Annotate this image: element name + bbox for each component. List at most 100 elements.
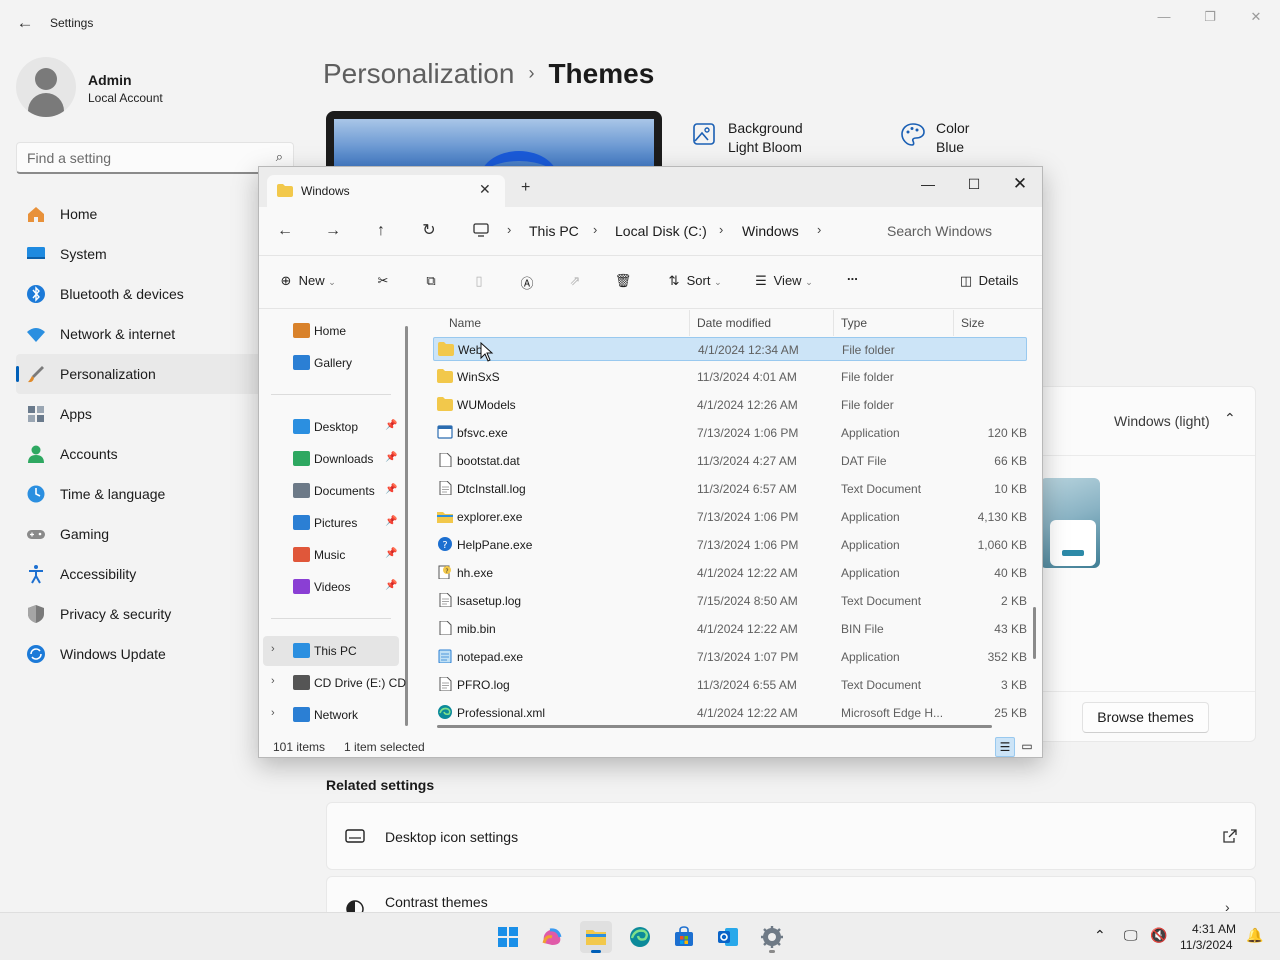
table-row[interactable]: notepad.exe 7/13/2024 1:07 PM Application 3… [433, 645, 1027, 669]
table-row[interactable]: ? HelpPane.exe 7/13/2024 1:06 PM Applicatio… [433, 533, 1027, 557]
table-row[interactable]: Web 4/1/2024 12:34 AM File folder [433, 337, 1027, 361]
more-options-button[interactable]: ... [847, 268, 858, 288]
table-row[interactable]: lsasetup.log 7/15/2024 8:50 AM Text Docume… [433, 589, 1027, 613]
sidebar-item-system[interactable]: System [16, 234, 276, 274]
table-row[interactable]: explorer.exe 7/13/2024 1:06 PM Application… [433, 505, 1027, 529]
address-breadcrumb[interactable]: › This PC › Local Disk (C:) › Windows › [463, 215, 835, 247]
sidebar-item-gaming[interactable]: Gaming [16, 514, 276, 554]
column-divider[interactable] [833, 310, 834, 336]
nav-item-downloads[interactable]: Downloads 📌 [263, 444, 399, 474]
vertical-scrollbar[interactable] [1033, 607, 1036, 659]
chevron-up-icon[interactable]: ⌃ [1094, 927, 1106, 944]
copy-button[interactable]: ⧉ [422, 273, 440, 293]
clock-date[interactable]: 11/3/2024 [1180, 938, 1233, 952]
explorer-tab[interactable]: Windows ✕ [267, 175, 505, 207]
nav-item-pictures[interactable]: Pictures 📌 [263, 508, 399, 538]
settings-gear-button[interactable] [756, 921, 788, 953]
details-view-icon[interactable]: ☰ [995, 737, 1015, 757]
sort-button[interactable]: ⇅ Sort ⌄ [665, 273, 722, 293]
table-row[interactable]: WinSxS 11/3/2024 4:01 AM File folder [433, 365, 1027, 389]
close-button[interactable]: ✕ [1238, 6, 1274, 28]
sidebar-item-accessibility[interactable]: Accessibility [16, 554, 276, 594]
nav-item-videos[interactable]: Videos 📌 [263, 572, 399, 602]
column-divider[interactable] [953, 310, 954, 336]
table-row[interactable]: Professional.xml 4/1/2024 12:22 AM Microso… [433, 701, 1027, 725]
copilot-button[interactable] [536, 921, 568, 953]
desktop-icon-settings-row[interactable]: Desktop icon settings [326, 802, 1256, 870]
file-explorer-button[interactable] [580, 921, 612, 953]
sidebar-item-time-language[interactable]: Time & language [16, 474, 276, 514]
nav-item-gallery[interactable]: Gallery [263, 348, 399, 378]
paste-button[interactable]: ▯ [470, 273, 488, 293]
table-row[interactable]: PFRO.log 11/3/2024 6:55 AM Text Document 3 … [433, 673, 1027, 697]
table-row[interactable]: bfsvc.exe 7/13/2024 1:06 PM Application 120… [433, 421, 1027, 445]
minimize-button[interactable]: — [1146, 6, 1182, 28]
crumb-local-disk[interactable]: Local Disk (C:) [615, 223, 707, 239]
chevron-right-icon[interactable]: › [271, 675, 275, 687]
nav-item-home[interactable]: Home [263, 316, 399, 346]
explorer-close-button[interactable]: ✕ [997, 171, 1043, 197]
sidebar-item-apps[interactable]: Apps [16, 394, 276, 434]
new-button[interactable]: ⊕ New ⌄ [277, 273, 336, 293]
theme-thumbnail[interactable] [1040, 478, 1100, 568]
horizontal-scrollbar[interactable] [437, 725, 992, 728]
explorer-search-box[interactable]: Search Windows [869, 215, 1035, 247]
back-arrow-icon[interactable]: ← [14, 12, 36, 34]
breadcrumb-parent[interactable]: Personalization [323, 58, 514, 89]
delete-button[interactable]: 🗑 [614, 273, 632, 293]
chevron-right-icon[interactable]: › [271, 643, 275, 655]
background-property[interactable]: Background Light Bloom [692, 120, 872, 160]
column-date-modified[interactable]: Date modified [697, 316, 771, 330]
sidebar-item-bluetooth-devices[interactable]: Bluetooth & devices [16, 274, 276, 314]
table-row[interactable]: ? hh.exe 4/1/2024 12:22 AM Application 40 KB [433, 561, 1027, 585]
column-name[interactable]: Name [449, 316, 481, 330]
restore-button[interactable]: ❐ [1192, 6, 1228, 28]
crumb-this-pc[interactable]: This PC [529, 223, 579, 239]
explorer-maximize-button[interactable]: ☐ [951, 171, 997, 197]
table-row[interactable]: bootstat.dat 11/3/2024 4:27 AM DAT File 66 … [433, 449, 1027, 473]
crumb-windows[interactable]: Windows [742, 223, 799, 239]
table-row[interactable]: DtcInstall.log 11/3/2024 6:57 AM Text Docu… [433, 477, 1027, 501]
chevron-up-icon[interactable]: ⌃ [1224, 410, 1236, 427]
user-profile[interactable]: Admin Local Account [16, 57, 276, 117]
chevron-right-icon[interactable]: › [271, 707, 275, 719]
share-button[interactable]: ⇗ [566, 273, 584, 293]
explorer-search-input[interactable]: Search Windows [887, 223, 992, 239]
clock-time[interactable]: 4:31 AM [1192, 922, 1236, 936]
column-type[interactable]: Type [841, 316, 867, 330]
refresh-icon[interactable]: ↻ [415, 219, 443, 243]
volume-icon[interactable]: 🔇 [1150, 927, 1167, 944]
column-size[interactable]: Size [961, 316, 984, 330]
search-icon[interactable]: ⌕ [276, 149, 283, 165]
browse-themes-button[interactable]: Browse themes [1082, 702, 1209, 733]
table-row[interactable]: mib.bin 4/1/2024 12:22 AM BIN File 43 KB [433, 617, 1027, 641]
edge-button[interactable] [624, 921, 656, 953]
rename-button[interactable]: Ⓐ [518, 273, 536, 293]
new-tab-button[interactable]: + [521, 179, 530, 197]
color-property[interactable]: Color Blue [900, 120, 1020, 160]
sidebar-item-accounts[interactable]: Accounts [16, 434, 276, 474]
cut-button[interactable]: ✂ [374, 273, 392, 293]
search-input[interactable]: Find a setting [27, 150, 111, 166]
sidebar-item-network-internet[interactable]: Network & internet [16, 314, 276, 354]
explorer-minimize-button[interactable]: — [905, 171, 951, 197]
outlook-button[interactable] [712, 921, 744, 953]
view-button[interactable]: ☰ View ⌄ [752, 273, 813, 293]
nav-item-music[interactable]: Music 📌 [263, 540, 399, 570]
tiles-view-icon[interactable]: ▭ [1017, 737, 1037, 757]
windows-start-button[interactable] [492, 921, 524, 953]
back-arrow-icon[interactable]: ← [271, 219, 299, 243]
nav-item-desktop[interactable]: Desktop 📌 [263, 412, 399, 442]
nav-item-this-pc[interactable]: › This PC [263, 636, 399, 666]
table-row[interactable]: WUModels 4/1/2024 12:26 AM File folder [433, 393, 1027, 417]
sidebar-item-windows-update[interactable]: Windows Update [16, 634, 276, 674]
nav-item-network[interactable]: › Network [263, 700, 399, 730]
close-tab-icon[interactable]: ✕ [479, 181, 491, 198]
forward-arrow-icon[interactable]: → [319, 219, 347, 243]
up-arrow-icon[interactable]: ↑ [367, 219, 395, 243]
sidebar-item-home[interactable]: Home [16, 194, 276, 234]
notification-bell-icon[interactable]: 🔔 [1246, 927, 1263, 944]
sidebar-item-personalization[interactable]: Personalization [16, 354, 276, 394]
column-divider[interactable] [689, 310, 690, 336]
details-pane-button[interactable]: ◫ Details [957, 273, 1019, 293]
